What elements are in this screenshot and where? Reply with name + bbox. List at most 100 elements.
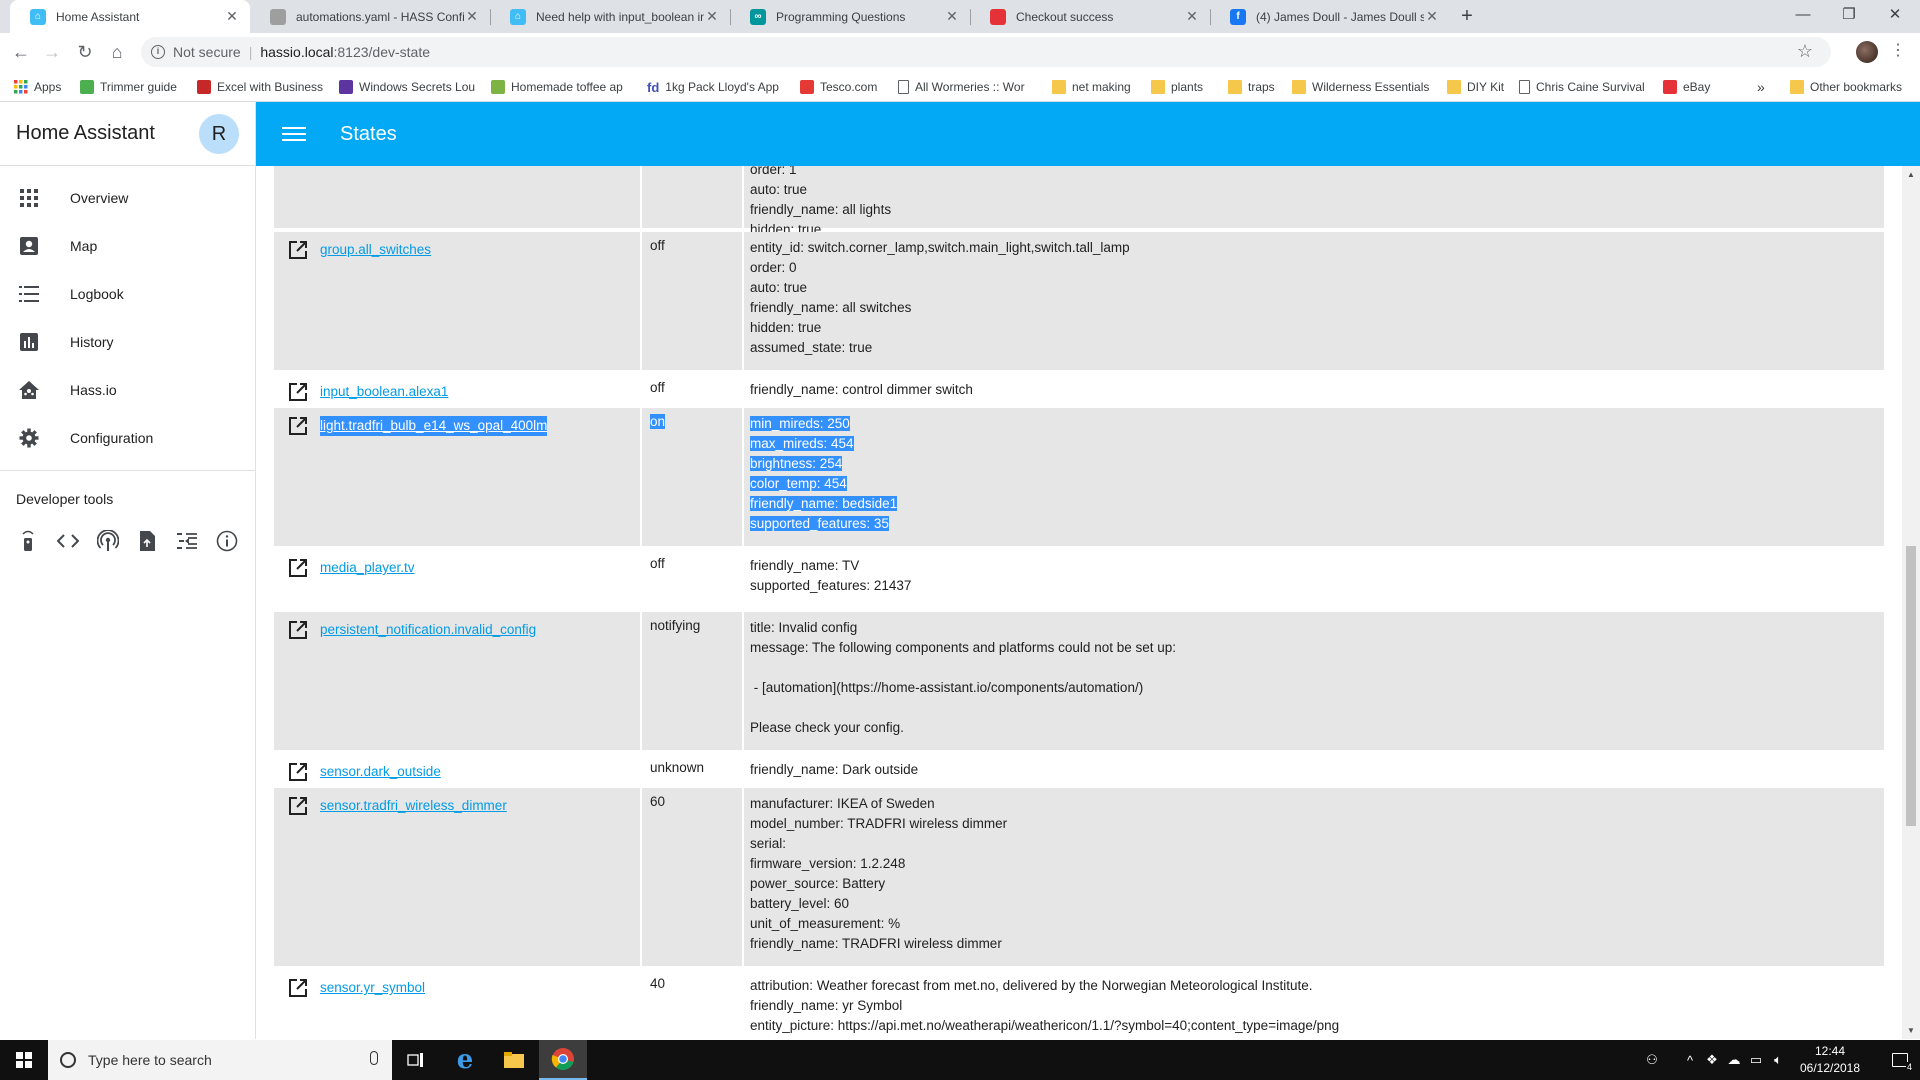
file-template-icon[interactable] <box>135 529 159 553</box>
dropbox-icon[interactable]: ❖ <box>1702 1040 1722 1080</box>
bookmark-item[interactable]: Wilderness Essentials <box>1292 77 1429 97</box>
attribute-line: friendly_name: all switches <box>750 300 912 315</box>
profile-avatar[interactable] <box>1856 41 1878 63</box>
browser-tab[interactable]: ∞ Programming Questions ✕ <box>730 0 970 33</box>
network-icon[interactable]: ▭ <box>1746 1040 1766 1080</box>
code-icon[interactable] <box>56 529 80 553</box>
entity-cell: sensor.tradfri_wireless_dimmer <box>274 788 642 966</box>
start-button[interactable] <box>0 1040 48 1080</box>
open-in-new-icon[interactable] <box>288 240 308 260</box>
tab-favicon-icon: ∞ <box>750 8 766 25</box>
attribute-line: serial: <box>750 836 787 851</box>
tab-close-icon[interactable]: ✕ <box>704 8 720 25</box>
site-favicon-icon <box>800 80 814 94</box>
scroll-up-arrow[interactable]: ▲ <box>1907 170 1915 179</box>
entity-link[interactable]: sensor.dark_outside <box>320 762 441 782</box>
bookmark-item[interactable]: Trimmer guide <box>80 77 177 97</box>
entity-link[interactable]: group.all_switches <box>320 240 431 260</box>
sidebar-item-configuration[interactable]: Configuration <box>0 414 255 462</box>
bookmark-item[interactable]: net making <box>1052 77 1131 97</box>
sidebar-item-hassio[interactable]: Hass.io <box>0 366 255 414</box>
entity-link[interactable]: sensor.yr_symbol <box>320 978 425 998</box>
people-icon[interactable]: ⚇ <box>1640 1040 1664 1080</box>
action-center-icon[interactable]: 4 <box>1880 1040 1920 1080</box>
open-in-new-icon[interactable] <box>288 416 308 436</box>
bookmark-star-icon[interactable]: ☆ <box>1797 41 1813 62</box>
browser-tab[interactable]: f (4) James Doull - James Doull sh ✕ <box>1210 0 1450 33</box>
bookmark-item[interactable]: Tesco.com <box>800 77 877 97</box>
open-in-new-icon[interactable] <box>288 558 308 578</box>
tray-overflow-icon[interactable]: ^ <box>1680 1040 1700 1080</box>
tab-close-icon[interactable]: ✕ <box>224 8 240 25</box>
page-scrollbar[interactable]: ▲ ▼ <box>1902 166 1920 1039</box>
entity-link[interactable]: persistent_notification.invalid_config <box>320 620 536 640</box>
back-button[interactable]: ← <box>9 40 33 64</box>
info-icon[interactable]: i <box>151 45 165 59</box>
home-button[interactable]: ⌂ <box>105 40 129 64</box>
tab-close-icon[interactable]: ✕ <box>464 8 480 25</box>
minimize-button[interactable]: — <box>1780 0 1826 33</box>
menu-icon[interactable] <box>282 123 306 145</box>
microphone-icon[interactable] <box>370 1051 378 1065</box>
bookmark-label: DIY Kit <box>1467 80 1505 94</box>
open-in-new-icon[interactable] <box>288 796 308 816</box>
bookmarks-overflow-button[interactable]: » <box>1757 77 1765 97</box>
open-in-new-icon[interactable] <box>288 978 308 998</box>
info-icon[interactable] <box>215 529 239 553</box>
edge-icon[interactable]: e <box>441 1040 489 1080</box>
attributes-cell: min_mireds: 250 max_mireds: 454 brightness… <box>744 408 1884 546</box>
broadcast-icon[interactable] <box>96 529 120 553</box>
task-view-icon[interactable] <box>392 1040 440 1080</box>
bookmark-item[interactable]: traps <box>1228 77 1275 97</box>
new-tab-button[interactable]: + <box>1455 5 1479 29</box>
bookmark-item[interactable]: Chris Caine Survival <box>1519 77 1645 97</box>
entity-link[interactable]: input_boolean.alexa1 <box>320 382 448 402</box>
address-path: :8123/dev-state <box>333 44 431 60</box>
tab-close-icon[interactable]: ✕ <box>944 8 960 25</box>
attribute-line: power_source: Battery <box>750 876 886 891</box>
reload-button[interactable]: ↻ <box>73 40 97 64</box>
forward-button[interactable]: → <box>40 40 64 64</box>
sidebar-item-map[interactable]: Map <box>0 222 255 270</box>
bookmark-item[interactable]: plants <box>1151 77 1203 97</box>
browser-tab[interactable]: ⌂ Need help with input_boolean in ✕ <box>490 0 730 33</box>
bookmark-item[interactable]: Homemade toffee ap <box>491 77 623 97</box>
chrome-icon[interactable] <box>539 1040 587 1080</box>
file-explorer-icon[interactable] <box>490 1040 538 1080</box>
browser-tab[interactable]: Checkout success ✕ <box>970 0 1210 33</box>
scroll-down-arrow[interactable]: ▼ <box>1907 1026 1915 1035</box>
scroll-thumb[interactable] <box>1906 546 1916 826</box>
open-in-new-icon[interactable] <box>288 762 308 782</box>
bookmark-item[interactable]: fd 1kg Pack Lloyd's App <box>647 77 779 97</box>
entity-link[interactable]: media_player.tv <box>320 558 415 578</box>
browser-tab[interactable]: automations.yaml - HASS Config ✕ <box>250 0 490 33</box>
bookmark-item[interactable]: Excel with Business <box>197 77 323 97</box>
home-assistant-icon <box>18 379 40 401</box>
other-bookmarks[interactable]: Other bookmarks <box>1790 77 1902 97</box>
close-window-button[interactable]: ✕ <box>1872 0 1918 33</box>
user-avatar[interactable]: R <box>199 114 239 154</box>
sidebar-item-history[interactable]: History <box>0 318 255 366</box>
remote-icon[interactable] <box>16 529 40 553</box>
bookmark-item[interactable]: All Wormeries :: Wor <box>898 77 1025 97</box>
bookmark-item[interactable]: eBay <box>1663 77 1710 97</box>
sidebar-item-overview[interactable]: Overview <box>0 174 255 222</box>
bookmark-item[interactable]: Windows Secrets Lou <box>339 77 475 97</box>
open-in-new-icon[interactable] <box>288 382 308 402</box>
address-bar[interactable]: i Not secure | hassio.local:8123/dev-sta… <box>141 37 1831 67</box>
taskbar-search[interactable]: Type here to search <box>48 1040 392 1080</box>
entity-link[interactable]: light.tradfri_bulb_e14_ws_opal_400lm <box>320 416 548 436</box>
tab-close-icon[interactable]: ✕ <box>1424 8 1440 25</box>
onedrive-icon[interactable]: ☁ <box>1724 1040 1744 1080</box>
taskbar-clock[interactable]: 12:44 06/12/2018 <box>1780 1043 1880 1077</box>
bookmark-item[interactable]: DIY Kit <box>1447 77 1504 97</box>
open-in-new-icon[interactable] <box>288 620 308 640</box>
restore-button[interactable]: ❐ <box>1826 0 1872 33</box>
sidebar-item-logbook[interactable]: Logbook <box>0 270 255 318</box>
entity-link[interactable]: sensor.tradfri_wireless_dimmer <box>320 796 507 816</box>
browser-tab[interactable]: ⌂ Home Assistant ✕ <box>10 0 250 33</box>
tab-close-icon[interactable]: ✕ <box>1184 8 1200 25</box>
mqtt-icon[interactable] <box>175 529 199 553</box>
browser-menu-icon[interactable]: ⋮ <box>1890 41 1906 61</box>
bookmark-item[interactable]: Apps <box>14 77 61 97</box>
